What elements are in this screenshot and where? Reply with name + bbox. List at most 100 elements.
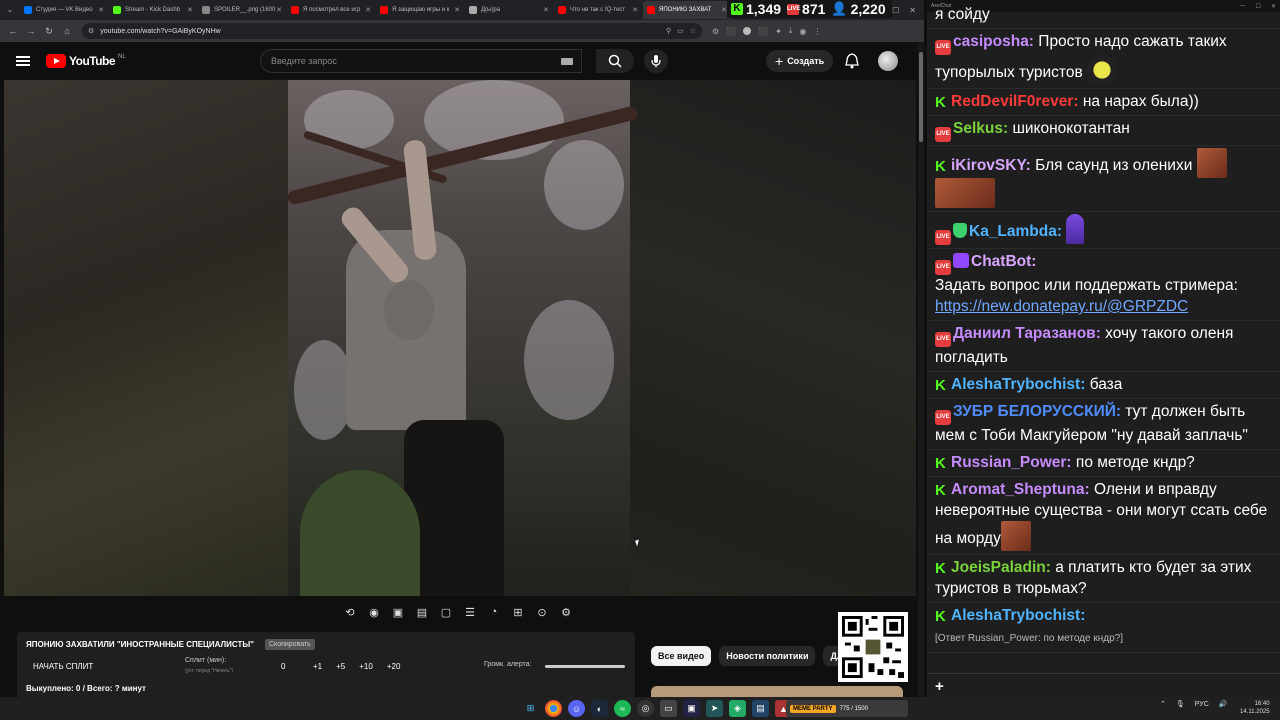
tab-close-icon[interactable]: ✕ bbox=[98, 6, 104, 14]
tab-close-icon[interactable]: ✕ bbox=[454, 6, 460, 14]
chat-username[interactable]: Aromat_Sheptuna: bbox=[951, 481, 1090, 498]
start-windows-icon[interactable]: ⊞ bbox=[522, 700, 539, 717]
search-button[interactable] bbox=[596, 49, 634, 73]
extension-icon[interactable]: ⬛ bbox=[758, 27, 768, 36]
browser-tab[interactable]: Я посмотрел все игр ✕ bbox=[287, 1, 375, 19]
video-thumbnail-banner[interactable] bbox=[651, 686, 903, 697]
notifications-button[interactable] bbox=[844, 52, 860, 70]
chat-username[interactable]: AleshaTrybochist: bbox=[951, 607, 1085, 624]
profile-icon[interactable]: ◉ bbox=[799, 27, 806, 36]
chip-politics-news[interactable]: Новости политики bbox=[719, 646, 816, 666]
clapper-icon[interactable]: ▤ bbox=[412, 603, 432, 621]
minimize-icon[interactable]: — bbox=[1240, 3, 1246, 10]
screenshot-camera-icon[interactable]: ⊙ bbox=[532, 603, 552, 621]
reload-icon[interactable]: ↻ bbox=[40, 26, 58, 37]
fit-screen-icon[interactable]: ▢ bbox=[436, 603, 456, 621]
obs-icon[interactable]: ◎ bbox=[637, 700, 654, 717]
site-info-icon[interactable]: ⚙ bbox=[88, 27, 94, 35]
voice-search-button[interactable] bbox=[644, 49, 668, 73]
chat-username[interactable]: ЗУБР БЕЛОРУССКИЙ: bbox=[953, 403, 1121, 420]
chrome-icon[interactable] bbox=[545, 700, 562, 717]
increment-button[interactable]: +10 bbox=[359, 662, 373, 671]
chat-username[interactable]: Selkus: bbox=[953, 120, 1008, 137]
tab-close-icon[interactable]: ✕ bbox=[632, 6, 638, 14]
discord-icon[interactable]: ☺ bbox=[568, 700, 585, 717]
chat-username[interactable]: RedDevilF0rever: bbox=[951, 93, 1079, 110]
extension-icon[interactable]: ⚙ bbox=[712, 27, 719, 36]
screen-record-icon[interactable]: ▣ bbox=[388, 603, 408, 621]
puzzle-icon[interactable]: ✦ bbox=[775, 27, 782, 36]
cast-icon[interactable]: ▭ bbox=[677, 27, 684, 35]
hamburger-menu-icon[interactable] bbox=[16, 56, 30, 66]
increment-button[interactable]: +5 bbox=[336, 662, 345, 671]
donate-link[interactable]: https://new.donatepay.ru/@GRPZDC bbox=[935, 298, 1188, 315]
close-icon[interactable]: ✕ bbox=[909, 6, 916, 15]
copy-button[interactable]: Скопировать bbox=[265, 639, 315, 650]
chat-username[interactable]: ChatBot: bbox=[971, 253, 1036, 270]
video-player[interactable] bbox=[4, 80, 916, 596]
zoom-icon[interactable]: ⚲ bbox=[666, 27, 671, 35]
language-indicator[interactable]: РУС bbox=[1195, 701, 1209, 708]
chat-username[interactable]: AleshaTrybochist: bbox=[951, 376, 1085, 393]
search-input[interactable]: Введите запрос bbox=[260, 49, 582, 73]
add-clip-icon[interactable]: ⊞ bbox=[508, 603, 528, 621]
chat-add-button[interactable]: + bbox=[927, 673, 1280, 697]
browser-tab[interactable]: ЯПОНИЮ ЗАХВАТ ✕ bbox=[643, 1, 731, 19]
home-icon[interactable]: ⌂ bbox=[58, 26, 76, 36]
speed-icon[interactable]: ◔ bbox=[484, 603, 504, 621]
youtube-logo[interactable]: YouTube NL bbox=[46, 54, 126, 68]
keyboard-icon[interactable] bbox=[561, 57, 573, 65]
account-avatar[interactable] bbox=[878, 51, 898, 71]
create-button[interactable]: + Создать bbox=[766, 50, 834, 72]
settings-gear-icon[interactable]: ⚙ bbox=[556, 603, 576, 621]
start-split-button[interactable]: НАЧАТЬ СПЛИТ bbox=[33, 662, 93, 671]
page-scrollbar[interactable] bbox=[918, 42, 924, 697]
extension-icon[interactable]: ⬛ bbox=[726, 27, 736, 36]
chat-username[interactable]: Ka_Lambda: bbox=[969, 223, 1062, 240]
tab-close-icon[interactable]: ✕ bbox=[276, 6, 282, 14]
increment-button[interactable]: +20 bbox=[387, 662, 401, 671]
download-icon[interactable]: ⤓ bbox=[789, 26, 793, 36]
browser-tab[interactable]: SPOILER__.png (1600 ✕ bbox=[198, 1, 286, 19]
subtitles-icon[interactable]: ☰ bbox=[460, 603, 480, 621]
chat-username[interactable]: Russian_Power: bbox=[951, 454, 1072, 471]
browser-tab[interactable]: Д(ы)ра ✕ bbox=[465, 1, 553, 19]
menu-kebab-icon[interactable]: ⋮ bbox=[813, 27, 821, 36]
increment-button[interactable]: +1 bbox=[313, 662, 322, 671]
chat-username[interactable]: iKirovSKY: bbox=[951, 157, 1031, 174]
loop-icon[interactable]: ⟲ bbox=[340, 603, 360, 621]
scrollbar-thumb[interactable] bbox=[919, 52, 923, 142]
chip-all-videos[interactable]: Все видео bbox=[651, 646, 712, 666]
chat-username[interactable]: casiposha: bbox=[953, 33, 1034, 50]
bookmark-star-icon[interactable]: ☆ bbox=[690, 27, 696, 35]
meme-party-widget[interactable]: MEME PARTY 775 / 1500 bbox=[786, 700, 908, 717]
app-icon[interactable]: ▭ bbox=[660, 700, 677, 717]
alert-volume-slider[interactable] bbox=[545, 665, 625, 668]
steam-icon[interactable]: ◐ bbox=[591, 700, 608, 717]
profile-dot-icon[interactable] bbox=[743, 27, 752, 35]
app-icon[interactable]: ◈ bbox=[729, 700, 746, 717]
browser-tab[interactable]: Студия — VK Видео ✕ bbox=[20, 1, 108, 19]
clock[interactable]: 16:40 14.11.2025 bbox=[1240, 700, 1270, 716]
spotify-icon[interactable]: ≈ bbox=[614, 700, 631, 717]
tab-close-icon[interactable]: ✕ bbox=[187, 6, 193, 14]
browser-tab[interactable]: Stream - Kick Dashb ✕ bbox=[109, 1, 197, 19]
forward-icon[interactable]: → bbox=[22, 26, 40, 36]
tab-close-icon[interactable]: ✕ bbox=[543, 6, 549, 14]
maximize-icon[interactable]: ☐ bbox=[892, 6, 899, 15]
tab-search-icon[interactable]: ⌄ bbox=[0, 1, 20, 19]
tab-close-icon[interactable]: ✕ bbox=[365, 6, 371, 14]
app-icon[interactable]: ➤ bbox=[706, 700, 723, 717]
app-icon[interactable]: ▣ bbox=[683, 700, 700, 717]
broadcast-icon[interactable]: ◉ bbox=[364, 603, 384, 621]
chat-username[interactable]: JoeisPaladin: bbox=[951, 559, 1051, 576]
browser-tab[interactable]: Я защищаю игры и к ✕ bbox=[376, 1, 464, 19]
close-icon[interactable]: ✕ bbox=[1271, 3, 1276, 10]
back-icon[interactable]: ← bbox=[4, 26, 22, 36]
speaker-icon[interactable]: 🔊 bbox=[1219, 700, 1228, 708]
chat-message-list[interactable]: LIVE casiposha: Просто надо сажать таких … bbox=[927, 29, 1280, 653]
mic-tray-icon[interactable]: 🎙 bbox=[1176, 700, 1185, 708]
browser-tab[interactable]: Что не так с IQ-тест ✕ bbox=[554, 1, 642, 19]
app-icon[interactable]: ▤ bbox=[752, 700, 769, 717]
chat-username[interactable]: Даниил Таразанов: bbox=[953, 325, 1101, 342]
